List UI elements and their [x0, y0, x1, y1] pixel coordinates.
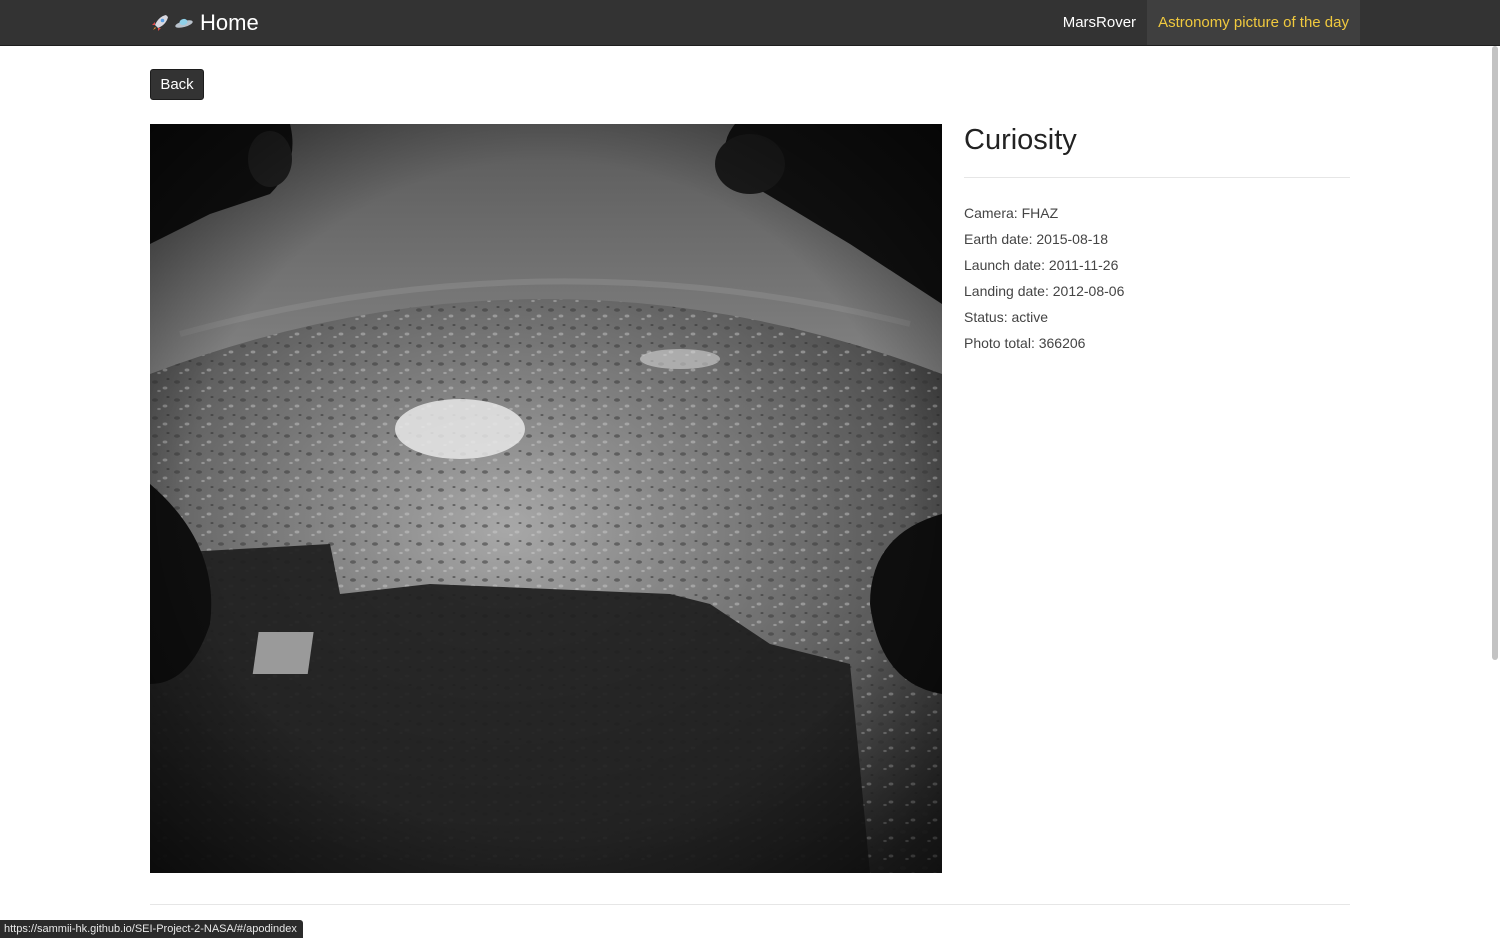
rover-status: Status: active — [964, 309, 1049, 325]
rover-camera: Camera: FHAZ — [964, 205, 1059, 221]
rocket-icon — [152, 14, 168, 31]
rover-info-panel: Curiosity Camera: FHAZ Earth date: 2015-… — [964, 124, 1350, 356]
status-bar-url: https://sammii-hk.github.io/SEI-Project-… — [0, 920, 303, 938]
rover-earth-date: Earth date: 2015-08-18 — [964, 231, 1108, 247]
home-link[interactable]: Home — [150, 0, 259, 45]
rover-photo-image — [150, 124, 942, 873]
ufo-icon — [175, 18, 193, 28]
nav-links: MarsRover Astronomy picture of the day — [1052, 0, 1360, 45]
rover-photo — [150, 124, 942, 873]
back-button[interactable]: Back — [150, 69, 204, 100]
brand-label: Home — [200, 9, 259, 35]
nav-link-apod[interactable]: Astronomy picture of the day — [1147, 0, 1360, 45]
rover-photo-total: Photo total: 366206 — [964, 335, 1086, 351]
vertical-scrollbar[interactable] — [1492, 46, 1498, 660]
nav-link-marsrover[interactable]: MarsRover — [1052, 0, 1147, 45]
divider — [964, 177, 1350, 178]
top-navbar: Home MarsRover Astronomy picture of the … — [0, 0, 1500, 46]
rover-name: Curiosity — [964, 124, 1077, 156]
rover-landing-date: Landing date: 2012-08-06 — [964, 283, 1125, 299]
brand-icons — [150, 13, 194, 33]
rover-launch-date: Launch date: 2011-11-26 — [964, 257, 1119, 273]
footer-divider — [150, 904, 1350, 905]
